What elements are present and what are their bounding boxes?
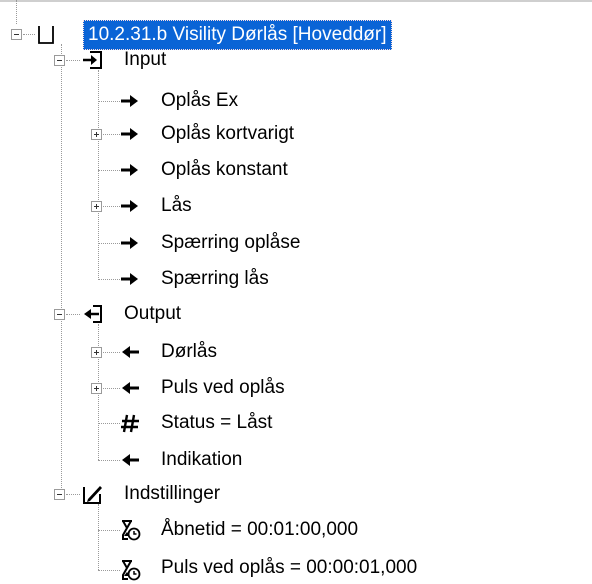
- tree-line: [103, 388, 120, 389]
- output-icon: [84, 305, 102, 323]
- tree-line: [66, 494, 80, 495]
- timer-icon: [122, 520, 141, 541]
- expand-toggle[interactable]: [91, 129, 102, 140]
- output-item-label[interactable]: Status = Låst: [161, 410, 272, 436]
- settings-item-label[interactable]: Puls ved oplås = 00:00:01,000: [161, 555, 417, 581]
- arrow-right-icon: [121, 237, 138, 249]
- arrow-right-icon: [121, 128, 138, 140]
- tree-line: [23, 34, 35, 35]
- tree-line: [103, 134, 120, 135]
- group-label-input[interactable]: Input: [124, 47, 166, 73]
- collapse-toggle-input[interactable]: [54, 55, 65, 66]
- arrow-right-icon: [121, 95, 138, 107]
- arrow-left-icon: [122, 454, 139, 466]
- tree-line: [98, 101, 120, 102]
- arrow-right-icon: [121, 273, 138, 285]
- tree-line: [66, 314, 80, 315]
- settings-icon: [83, 486, 102, 504]
- arrow-left-icon: [122, 382, 139, 394]
- expand-toggle[interactable]: [91, 201, 102, 212]
- expand-toggle[interactable]: [91, 383, 102, 394]
- timer-icon: [122, 560, 141, 581]
- output-item-label[interactable]: Puls ved oplås: [161, 375, 285, 401]
- tree-line: [66, 60, 80, 61]
- arrow-right-icon: [121, 200, 138, 212]
- group-label-output[interactable]: Output: [124, 301, 181, 327]
- device-box-icon: [38, 26, 54, 44]
- tree-line: [98, 570, 120, 571]
- tree-line: [103, 206, 120, 207]
- expand-toggle[interactable]: [91, 347, 102, 358]
- tree-line: [98, 170, 120, 171]
- input-icon: [83, 51, 102, 69]
- input-item-label[interactable]: Oplås Ex: [161, 88, 238, 114]
- input-item-label[interactable]: Oplås kortvarigt: [161, 121, 294, 147]
- collapse-toggle-settings[interactable]: [54, 489, 65, 500]
- arrow-left-icon: [122, 346, 139, 358]
- tree-line: [98, 530, 120, 531]
- tree-view[interactable]: 10.2.31.b Visility Dørlås [Hoveddør] Inp…: [0, 0, 592, 584]
- arrow-right-icon: [121, 164, 138, 176]
- tree-line: [98, 279, 120, 280]
- tree-line: [98, 504, 99, 570]
- input-item-label[interactable]: Spærring oplåse: [161, 230, 300, 256]
- tree-line: [16, 0, 17, 24]
- collapse-toggle-root[interactable]: [11, 29, 22, 40]
- output-item-label[interactable]: Dørlås: [161, 339, 217, 365]
- output-item-label[interactable]: Indikation: [161, 447, 242, 473]
- tree-line: [103, 352, 120, 353]
- tree-line: [98, 243, 120, 244]
- collapse-toggle-output[interactable]: [54, 309, 65, 320]
- settings-item-label[interactable]: Åbnetid = 00:01:00,000: [161, 517, 358, 543]
- root-node-label[interactable]: 10.2.31.b Visility Dørlås [Hoveddør]: [83, 20, 392, 50]
- input-item-label[interactable]: Oplås konstant: [161, 157, 288, 183]
- top-border: [0, 0, 592, 2]
- tree-line: [98, 460, 120, 461]
- tree-line: [98, 423, 120, 424]
- tree-line: [61, 44, 62, 494]
- input-item-label[interactable]: Spærring lås: [161, 266, 269, 292]
- group-label-settings[interactable]: Indstillinger: [124, 481, 220, 507]
- hash-icon: [121, 414, 139, 433]
- input-item-label[interactable]: Lås: [161, 193, 192, 219]
